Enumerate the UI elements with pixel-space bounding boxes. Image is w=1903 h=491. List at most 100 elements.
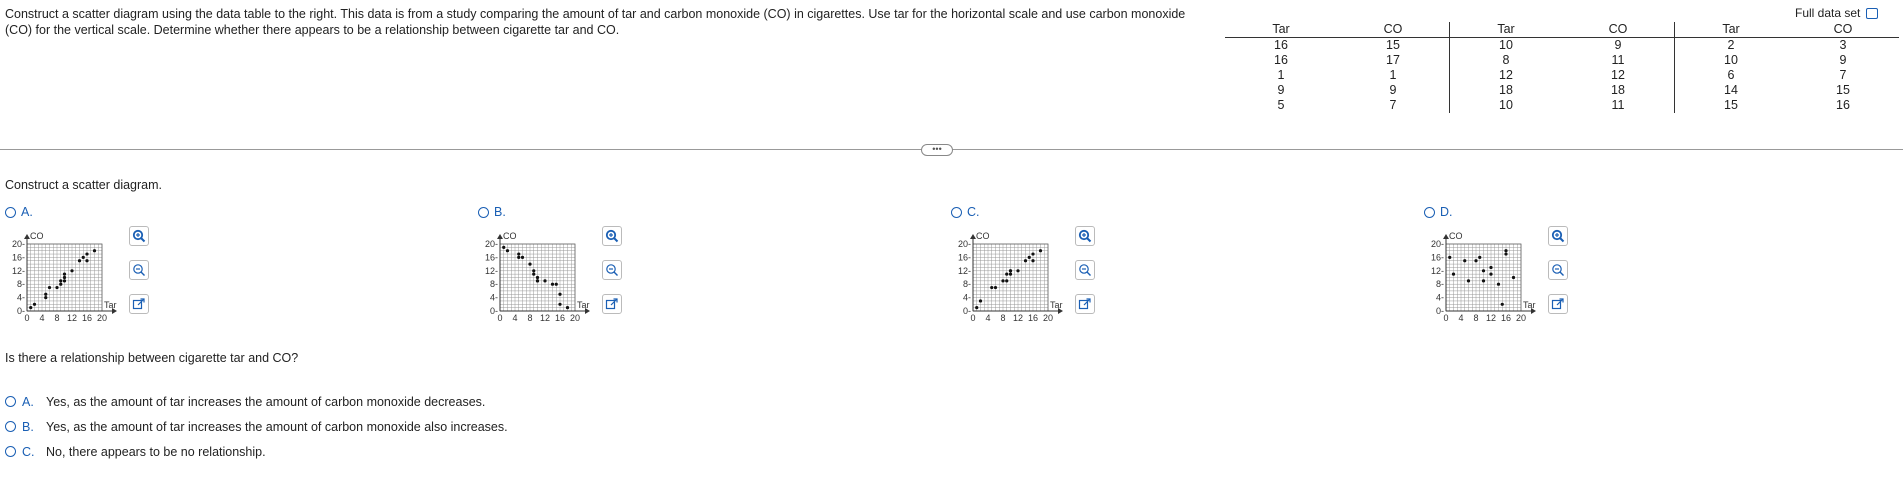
zoom-in-icon[interactable] bbox=[1548, 226, 1568, 246]
radio-button[interactable] bbox=[478, 206, 489, 218]
answer-letter: B. bbox=[22, 419, 34, 434]
radio-button[interactable] bbox=[5, 396, 16, 407]
table-cell: 14 bbox=[1724, 83, 1738, 97]
y-axis-label: CO bbox=[503, 231, 517, 241]
scatter-plot-b: COTar20-16-12-8-4-0-0 4 8 12 16 20 bbox=[485, 231, 590, 323]
full-data-set-link[interactable]: Full data set bbox=[1795, 6, 1879, 20]
scatter-point bbox=[1463, 259, 1467, 263]
scatter-point bbox=[92, 249, 97, 253]
table-cell: 16 bbox=[1274, 53, 1288, 67]
table-cell: 10 bbox=[1499, 98, 1513, 112]
open-external-icon[interactable] bbox=[129, 294, 149, 314]
scatter-point bbox=[1504, 252, 1508, 256]
x-tick-label: 8 bbox=[1473, 313, 1478, 323]
answer-text: Yes, as the amount of tar increases the … bbox=[46, 394, 486, 409]
y-tick-label: 16- bbox=[958, 252, 971, 262]
zoom-in-icon[interactable] bbox=[602, 226, 622, 246]
table-cell: 2 bbox=[1727, 38, 1735, 52]
open-external-icon[interactable] bbox=[1548, 294, 1568, 314]
zoom-in-icon[interactable] bbox=[129, 226, 149, 246]
answer-b[interactable]: B. Yes, as the amount of tar increases t… bbox=[5, 414, 508, 439]
open-external-icon[interactable] bbox=[1075, 294, 1095, 314]
y-tick-label: 12- bbox=[958, 266, 971, 276]
answer-text: Yes, as the amount of tar increases the … bbox=[46, 419, 508, 434]
x-tick-label: 8 bbox=[527, 313, 532, 323]
y-tick-label: 16- bbox=[12, 252, 25, 262]
scatter-point bbox=[535, 275, 540, 280]
data-table: Tar CO Tar CO Tar CO 16 15 10 9 2 3 16 17 8 11 10 9… bbox=[1225, 22, 1899, 113]
x-tick-label: 16 bbox=[1028, 313, 1038, 323]
zoom-out-icon[interactable] bbox=[129, 260, 149, 280]
x-tick-label: 12 bbox=[540, 313, 550, 323]
scatter-point bbox=[1016, 269, 1020, 273]
construct-label: Construct a scatter diagram. bbox=[5, 178, 163, 192]
scatter-point bbox=[535, 279, 540, 283]
scatter-point bbox=[554, 282, 558, 286]
scatter-point bbox=[1023, 259, 1028, 263]
scatter-point bbox=[85, 252, 89, 256]
x-tick-label: 0 bbox=[24, 313, 29, 323]
table-cell: 1 bbox=[1277, 68, 1285, 82]
scatter-point bbox=[1005, 279, 1009, 283]
option-b[interactable]: B. bbox=[478, 205, 506, 219]
table-cell: 17 bbox=[1337, 53, 1450, 68]
scatter-point bbox=[1496, 282, 1501, 286]
scatter-point bbox=[62, 279, 67, 283]
scatter-point bbox=[85, 259, 89, 263]
scatter-point bbox=[1489, 265, 1493, 270]
table-cell: 18 bbox=[1562, 83, 1675, 98]
scatter-point bbox=[543, 279, 547, 283]
scatter-point bbox=[44, 296, 48, 300]
zoom-out-icon[interactable] bbox=[602, 260, 622, 280]
scatter-point bbox=[993, 285, 998, 290]
option-a[interactable]: A. bbox=[5, 205, 33, 219]
scatter-point bbox=[975, 306, 979, 310]
x-tick-label: 0 bbox=[1443, 313, 1448, 323]
table-row: 16 15 10 9 2 3 bbox=[1225, 37, 1899, 53]
table-header: Tar bbox=[1449, 22, 1562, 38]
more-button[interactable]: ••• bbox=[921, 144, 953, 156]
scatter-point bbox=[505, 249, 510, 253]
scatter-point bbox=[32, 302, 37, 306]
scatter-point bbox=[62, 275, 67, 280]
option-d[interactable]: D. bbox=[1424, 205, 1453, 219]
answer-letter: A. bbox=[22, 394, 34, 409]
scatter-point bbox=[70, 269, 74, 273]
table-cell: 15 bbox=[1836, 83, 1850, 97]
scatter-point bbox=[81, 255, 85, 259]
table-row: 16 17 8 11 10 9 bbox=[1225, 53, 1899, 68]
table-cell: 12 bbox=[1499, 68, 1513, 82]
open-external-icon[interactable] bbox=[602, 294, 622, 314]
y-tick-label: 12- bbox=[12, 266, 25, 276]
scatter-point bbox=[59, 279, 63, 283]
x-tick-label: 4 bbox=[39, 313, 44, 323]
zoom-in-icon[interactable] bbox=[1075, 226, 1095, 246]
option-c[interactable]: C. bbox=[951, 205, 980, 219]
table-cell: 10 bbox=[1499, 38, 1513, 52]
zoom-out-icon[interactable] bbox=[1075, 260, 1095, 280]
y-tick-label: 16- bbox=[485, 252, 498, 262]
scatter-point bbox=[1481, 279, 1486, 283]
zoom-out-icon[interactable] bbox=[1548, 260, 1568, 280]
table-row: 9 9 18 18 14 15 bbox=[1225, 83, 1899, 98]
x-tick-label: 8 bbox=[1000, 313, 1005, 323]
relationship-question: Is there a relationship between cigarett… bbox=[5, 351, 299, 365]
option-label: C. bbox=[967, 205, 980, 219]
table-header: CO bbox=[1337, 22, 1450, 38]
scatter-point bbox=[1001, 279, 1005, 283]
scatter-point bbox=[77, 259, 82, 263]
radio-button[interactable] bbox=[5, 446, 16, 457]
table-cell: 15 bbox=[1337, 37, 1450, 53]
scatter-point bbox=[532, 272, 536, 276]
answer-c[interactable]: C. No, there appears to be no relationsh… bbox=[5, 439, 508, 464]
radio-button[interactable] bbox=[1424, 206, 1435, 218]
x-tick-label: 20 bbox=[1043, 313, 1053, 323]
y-tick-label: 8- bbox=[17, 279, 25, 289]
radio-button[interactable] bbox=[5, 206, 16, 218]
scatter-point bbox=[565, 306, 570, 310]
answer-a[interactable]: A. Yes, as the amount of tar increases t… bbox=[5, 389, 508, 414]
table-header: Tar bbox=[1674, 22, 1787, 38]
radio-button[interactable] bbox=[951, 206, 962, 218]
radio-button[interactable] bbox=[5, 421, 16, 432]
scatter-point bbox=[1027, 255, 1031, 259]
